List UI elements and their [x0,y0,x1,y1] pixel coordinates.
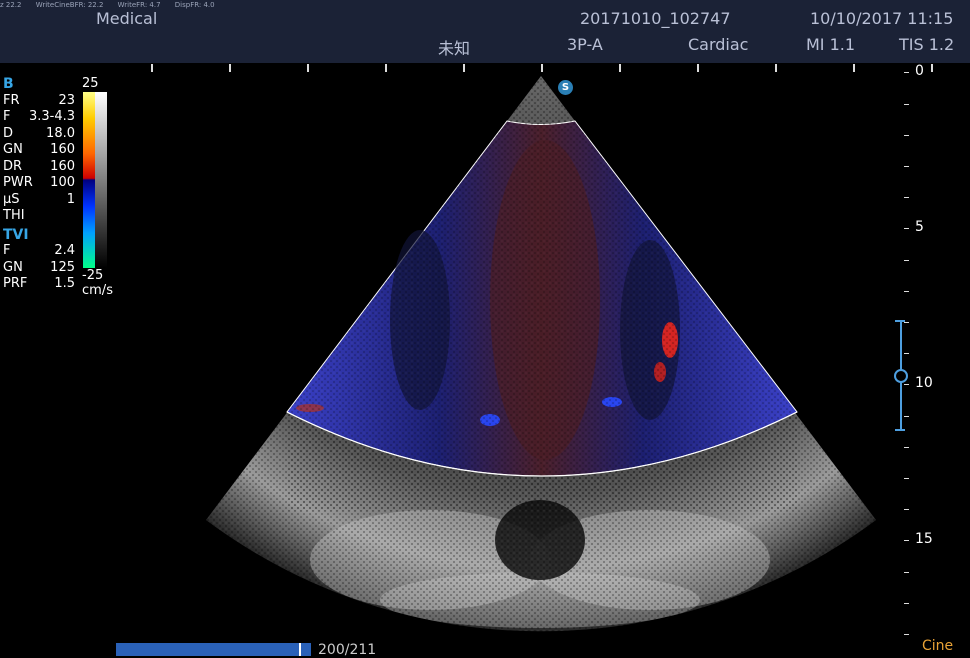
param-value: 3.3-4.3 [28,109,75,124]
depth-label: 0 [915,63,924,79]
param-value: 1.5 [54,276,75,291]
param-value: 160 [50,142,75,157]
depth-tick [904,416,909,417]
depth-tick [904,260,909,261]
cine-position-marker[interactable] [299,643,301,656]
depth-tick [904,634,909,635]
param-label: F [3,243,11,258]
param-row: F 2.4 [3,243,75,260]
param-value: 125 [50,259,75,275]
tvi-title: TVI [3,226,29,243]
param-label: PWR [3,175,33,190]
depth-label: 15 [915,531,933,547]
param-value: 18.0 [46,125,75,141]
param-value: 160 [50,158,75,174]
param-label: DR [3,158,23,174]
focus-range-top[interactable] [895,320,905,322]
tvi-flow-detail [287,121,797,511]
depth-tick [904,72,909,73]
depth-tick [904,447,909,448]
depth-tick [904,384,909,385]
focus-position-knob[interactable] [894,369,908,383]
param-row: GN 125 [3,260,75,277]
depth-label: 5 [915,219,924,235]
grayscale-bar [95,92,107,268]
param-row: PWR 100 [3,175,75,192]
param-label: GN [3,142,23,157]
depth-tick [904,291,909,292]
parameter-panel: B FR 23 F 3.3-4.3 D 18.0 GN 160 DR 160 PWR 100… [3,76,75,293]
colorbar-unit: cm/s [82,283,113,298]
param-row: D 18.0 [3,126,75,143]
depth-tick [904,603,909,604]
depth-tick [904,322,909,323]
depth-tick [904,353,909,354]
depth-tick [904,135,909,136]
depth-tick [904,478,909,479]
param-label: FR [3,92,20,108]
param-label: F [3,109,11,124]
param-label: PRF [3,276,28,291]
param-row: THI [3,208,75,225]
param-label: THI [3,208,25,223]
depth-tick [904,572,909,573]
colorbar-min-label: -25 [82,268,104,283]
depth-tick [904,228,909,229]
param-value: 1 [66,191,75,207]
param-value: 23 [58,92,75,108]
param-row: PRF 1.5 [3,276,75,293]
depth-tick [904,509,909,510]
param-value: 100 [50,175,75,190]
ultrasound-image[interactable] [0,0,970,658]
param-row: μS 1 [3,192,75,209]
cine-mode-label: Cine [922,638,954,654]
param-label: D [3,125,14,141]
bmode-title: B [3,76,14,92]
sector-orientation-badge: S [558,80,573,95]
depth-label: 10 [915,375,933,391]
cine-frame-counter: 200/211 [318,642,377,658]
param-value: 2.4 [54,243,75,258]
param-label: GN [3,259,23,275]
focus-range-bottom[interactable] [895,429,905,431]
depth-tick [904,166,909,167]
param-row: GN 160 [3,142,75,159]
param-label: μS [3,191,20,207]
velocity-colorbar [83,92,95,268]
depth-tick [904,540,909,541]
param-row: FR 23 [3,93,75,110]
depth-tick [904,104,909,105]
cine-progress-bar[interactable] [116,643,311,656]
depth-tick [904,197,909,198]
param-row: F 3.3-4.3 [3,109,75,126]
colorbar-max-label: 25 [82,76,99,91]
param-row: DR 160 [3,159,75,176]
